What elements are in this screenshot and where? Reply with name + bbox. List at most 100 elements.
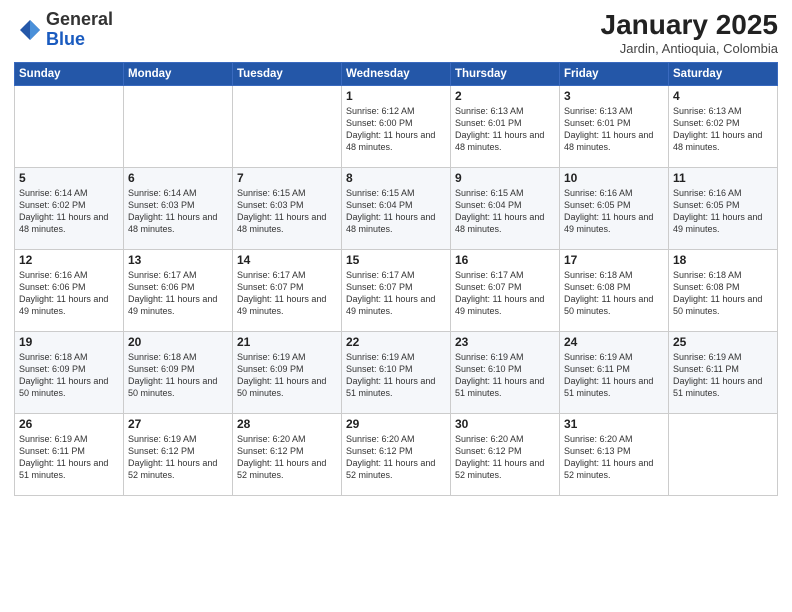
day-number: 11 [673, 171, 773, 185]
calendar-cell: 5 Sunrise: 6:14 AM Sunset: 6:02 PM Daylig… [15, 167, 124, 249]
calendar-week-1: 1 Sunrise: 6:12 AM Sunset: 6:00 PM Daylig… [15, 85, 778, 167]
day-info: Sunrise: 6:18 AM Sunset: 6:09 PM Dayligh… [128, 351, 228, 400]
day-number: 24 [564, 335, 664, 349]
day-number: 1 [346, 89, 446, 103]
calendar-cell: 28Sunrise: 6:20 AM Sunset: 6:12 PM Dayli… [233, 413, 342, 495]
day-info: Sunrise: 6:20 AM Sunset: 6:12 PM Dayligh… [346, 433, 446, 482]
calendar-header-row: Sunday Monday Tuesday Wednesday Thursday… [15, 62, 778, 85]
day-info: Sunrise: 6:18 AM Sunset: 6:08 PM Dayligh… [673, 269, 773, 318]
col-wednesday: Wednesday [342, 62, 451, 85]
logo-text: General Blue [46, 10, 113, 50]
calendar-cell: 9 Sunrise: 6:15 AM Sunset: 6:04 PM Daylig… [451, 167, 560, 249]
day-number: 15 [346, 253, 446, 267]
calendar-cell: 13 Sunrise: 6:17 AM Sunset: 6:06 PM Dayli… [124, 249, 233, 331]
day-info: Sunrise: 6:17 AM Sunset: 6:07 PM Dayligh… [346, 269, 446, 318]
day-info: Sunrise: 6:15 AM Sunset: 6:04 PM Dayligh… [455, 187, 555, 236]
day-number: 23 [455, 335, 555, 349]
col-thursday: Thursday [451, 62, 560, 85]
calendar-week-2: 5 Sunrise: 6:14 AM Sunset: 6:02 PM Daylig… [15, 167, 778, 249]
calendar-cell: 2 Sunrise: 6:13 AM Sunset: 6:01 PM Daylig… [451, 85, 560, 167]
calendar-cell: 15 Sunrise: 6:17 AM Sunset: 6:07 PM Dayli… [342, 249, 451, 331]
calendar-cell: 31Sunrise: 6:20 AM Sunset: 6:13 PM Dayli… [560, 413, 669, 495]
day-info: Sunrise: 6:16 AM Sunset: 6:05 PM Dayligh… [673, 187, 773, 236]
calendar-cell: 25Sunrise: 6:19 AM Sunset: 6:11 PM Dayli… [669, 331, 778, 413]
day-info: Sunrise: 6:16 AM Sunset: 6:05 PM Dayligh… [564, 187, 664, 236]
day-number: 20 [128, 335, 228, 349]
calendar-cell: 29 Sunrise: 6:20 AM Sunset: 6:12 PM Dayli… [342, 413, 451, 495]
logo-general: General [46, 9, 113, 29]
col-tuesday: Tuesday [233, 62, 342, 85]
day-number: 4 [673, 89, 773, 103]
day-info: Sunrise: 6:18 AM Sunset: 6:08 PM Dayligh… [564, 269, 664, 318]
calendar-cell [124, 85, 233, 167]
calendar-cell: 17Sunrise: 6:18 AM Sunset: 6:08 PM Dayli… [560, 249, 669, 331]
day-info: Sunrise: 6:19 AM Sunset: 6:11 PM Dayligh… [673, 351, 773, 400]
day-info: Sunrise: 6:15 AM Sunset: 6:03 PM Dayligh… [237, 187, 337, 236]
day-info: Sunrise: 6:19 AM Sunset: 6:09 PM Dayligh… [237, 351, 337, 400]
day-info: Sunrise: 6:19 AM Sunset: 6:11 PM Dayligh… [19, 433, 119, 482]
day-number: 27 [128, 417, 228, 431]
day-number: 30 [455, 417, 555, 431]
day-number: 26 [19, 417, 119, 431]
day-number: 12 [19, 253, 119, 267]
calendar-cell: 22 Sunrise: 6:19 AM Sunset: 6:10 PM Dayli… [342, 331, 451, 413]
header: General Blue January 2025 Jardin, Antioq… [14, 10, 778, 56]
calendar-table: Sunday Monday Tuesday Wednesday Thursday… [14, 62, 778, 496]
day-number: 18 [673, 253, 773, 267]
day-info: Sunrise: 6:14 AM Sunset: 6:03 PM Dayligh… [128, 187, 228, 236]
day-info: Sunrise: 6:19 AM Sunset: 6:10 PM Dayligh… [455, 351, 555, 400]
calendar-cell [15, 85, 124, 167]
day-info: Sunrise: 6:16 AM Sunset: 6:06 PM Dayligh… [19, 269, 119, 318]
col-saturday: Saturday [669, 62, 778, 85]
calendar-cell: 12 Sunrise: 6:16 AM Sunset: 6:06 PM Dayli… [15, 249, 124, 331]
day-number: 9 [455, 171, 555, 185]
calendar-cell: 8Sunrise: 6:15 AM Sunset: 6:04 PM Daylig… [342, 167, 451, 249]
calendar-cell [669, 413, 778, 495]
calendar-cell: 10Sunrise: 6:16 AM Sunset: 6:05 PM Dayli… [560, 167, 669, 249]
day-number: 29 [346, 417, 446, 431]
calendar-cell: 19 Sunrise: 6:18 AM Sunset: 6:09 PM Dayli… [15, 331, 124, 413]
page: General Blue January 2025 Jardin, Antioq… [0, 0, 792, 612]
calendar-week-5: 26 Sunrise: 6:19 AM Sunset: 6:11 PM Dayli… [15, 413, 778, 495]
day-number: 21 [237, 335, 337, 349]
logo: General Blue [14, 10, 113, 50]
calendar-cell: 6Sunrise: 6:14 AM Sunset: 6:03 PM Daylig… [124, 167, 233, 249]
day-info: Sunrise: 6:17 AM Sunset: 6:07 PM Dayligh… [455, 269, 555, 318]
day-info: Sunrise: 6:20 AM Sunset: 6:12 PM Dayligh… [455, 433, 555, 482]
day-number: 5 [19, 171, 119, 185]
calendar-week-4: 19 Sunrise: 6:18 AM Sunset: 6:09 PM Dayli… [15, 331, 778, 413]
calendar-cell: 23 Sunrise: 6:19 AM Sunset: 6:10 PM Dayli… [451, 331, 560, 413]
logo-icon [14, 16, 42, 44]
title-block: January 2025 Jardin, Antioquia, Colombia [601, 10, 778, 56]
day-number: 13 [128, 253, 228, 267]
calendar-cell: 11 Sunrise: 6:16 AM Sunset: 6:05 PM Dayli… [669, 167, 778, 249]
col-monday: Monday [124, 62, 233, 85]
day-number: 16 [455, 253, 555, 267]
day-number: 28 [237, 417, 337, 431]
calendar-week-3: 12 Sunrise: 6:16 AM Sunset: 6:06 PM Dayli… [15, 249, 778, 331]
day-number: 19 [19, 335, 119, 349]
day-number: 31 [564, 417, 664, 431]
day-info: Sunrise: 6:13 AM Sunset: 6:01 PM Dayligh… [564, 105, 664, 154]
day-info: Sunrise: 6:17 AM Sunset: 6:07 PM Dayligh… [237, 269, 337, 318]
calendar-cell: 27Sunrise: 6:19 AM Sunset: 6:12 PM Dayli… [124, 413, 233, 495]
day-info: Sunrise: 6:13 AM Sunset: 6:01 PM Dayligh… [455, 105, 555, 154]
calendar-cell: 1 Sunrise: 6:12 AM Sunset: 6:00 PM Daylig… [342, 85, 451, 167]
day-info: Sunrise: 6:18 AM Sunset: 6:09 PM Dayligh… [19, 351, 119, 400]
day-number: 2 [455, 89, 555, 103]
calendar-cell: 14Sunrise: 6:17 AM Sunset: 6:07 PM Dayli… [233, 249, 342, 331]
logo-blue: Blue [46, 29, 85, 49]
calendar-cell: 7Sunrise: 6:15 AM Sunset: 6:03 PM Daylig… [233, 167, 342, 249]
calendar-subtitle: Jardin, Antioquia, Colombia [601, 41, 778, 56]
day-info: Sunrise: 6:19 AM Sunset: 6:10 PM Dayligh… [346, 351, 446, 400]
calendar-cell: 26 Sunrise: 6:19 AM Sunset: 6:11 PM Dayli… [15, 413, 124, 495]
col-sunday: Sunday [15, 62, 124, 85]
calendar-title: January 2025 [601, 10, 778, 41]
calendar-cell: 20 Sunrise: 6:18 AM Sunset: 6:09 PM Dayli… [124, 331, 233, 413]
day-info: Sunrise: 6:14 AM Sunset: 6:02 PM Dayligh… [19, 187, 119, 236]
col-friday: Friday [560, 62, 669, 85]
day-info: Sunrise: 6:17 AM Sunset: 6:06 PM Dayligh… [128, 269, 228, 318]
day-info: Sunrise: 6:12 AM Sunset: 6:00 PM Dayligh… [346, 105, 446, 154]
day-number: 22 [346, 335, 446, 349]
day-info: Sunrise: 6:15 AM Sunset: 6:04 PM Dayligh… [346, 187, 446, 236]
